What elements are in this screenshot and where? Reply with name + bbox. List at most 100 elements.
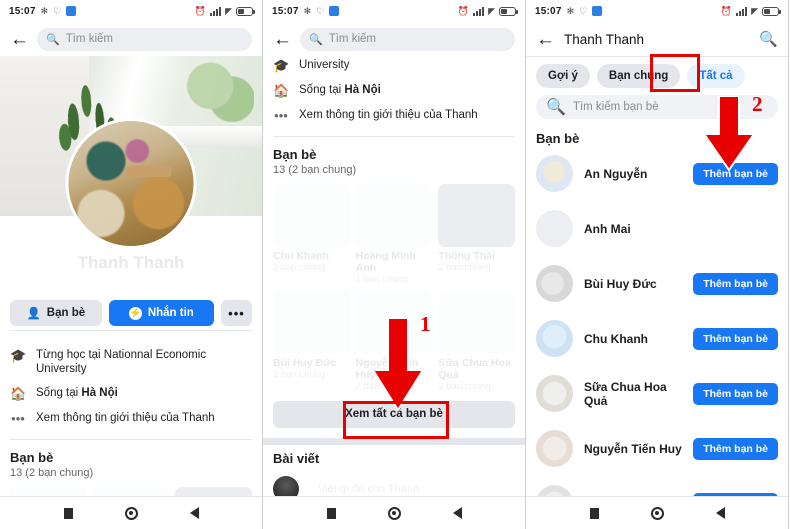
info-row-education[interactable]: 🎓 University — [273, 58, 515, 78]
friend-name: Bùi Huy Đức — [584, 276, 657, 291]
recent-apps-icon[interactable] — [589, 507, 599, 519]
info-row-location[interactable]: 🏠 Sống tại Hà Nội — [10, 381, 252, 406]
back-nav-icon[interactable] — [715, 507, 725, 519]
avatar[interactable] — [65, 118, 197, 249]
add-friend-button[interactable]: Thêm bạn bè — [693, 327, 778, 350]
home-nav-icon[interactable] — [124, 506, 138, 520]
search-input[interactable]: 🔍 Tìm kiếm — [37, 27, 252, 51]
friend-name: Bùi Huy Đức — [273, 356, 337, 369]
messenger-icon: ⚡ — [128, 306, 142, 320]
friend-mutual: 2 bạn chung — [273, 368, 326, 380]
friend-icon: 👤 — [26, 308, 41, 320]
search-placeholder: Tìm kiếm — [328, 33, 376, 45]
recent-apps-icon[interactable] — [326, 507, 336, 519]
message-button[interactable]: ⚡ Nhắn tin — [108, 300, 214, 326]
friend-card[interactable]: Bùi Huy Đức 2 bạn chung — [273, 290, 350, 392]
back-arrow-icon[interactable]: ← — [10, 30, 29, 49]
friends-subtitle: 13 (2 bạn chung) — [273, 164, 357, 176]
friend-thumb — [438, 184, 515, 247]
back-arrow-icon[interactable]: ← — [536, 30, 555, 49]
avatar — [536, 430, 573, 467]
info-location-text: Sống tại Hà Nội — [36, 387, 118, 399]
friends-section-header: Bạn bè 13 (2 bạn chung) — [0, 444, 262, 481]
back-arrow-icon[interactable]: ← — [273, 30, 292, 49]
battery-icon — [236, 6, 255, 16]
divider-2 — [10, 439, 252, 440]
signal-icon — [736, 6, 748, 16]
friend-thumb — [273, 184, 350, 247]
add-friend-button[interactable]: Thêm bạn bè — [693, 382, 778, 405]
avatar — [536, 375, 573, 412]
phone-screen-profile: 15:07 ✻ ♡ ⏰ ◤ ← 🔍 Tìm kiếm Thanh Thanh 👤… — [0, 0, 263, 529]
wifi-icon: ◤ — [751, 5, 758, 16]
friend-list-item[interactable]: Bùi Huy Đức Thêm bạn bè — [526, 256, 788, 311]
avatar — [536, 265, 573, 302]
friend-list-item[interactable]: Chu Khanh Thêm bạn bè — [526, 311, 788, 366]
wifi-icon: ◤ — [488, 5, 495, 16]
friend-card[interactable]: Sữa Chua Hoa Quả 2 bạn chung — [438, 290, 515, 392]
alarm-icon: ⏰ — [720, 5, 733, 16]
add-friend-button[interactable]: Thêm bạn bè — [693, 437, 778, 460]
alarm-icon: ⏰ — [194, 5, 207, 16]
friend-name: Chu Khanh — [584, 331, 648, 346]
recent-apps-icon[interactable] — [63, 507, 73, 519]
info-education-text: University — [299, 59, 350, 71]
status-time: 15:07 — [535, 5, 562, 17]
friends-section-header: Bạn bè 13 (2 bạn chung) — [263, 141, 525, 178]
avatar — [536, 320, 573, 357]
panel3-top-bar: ← Thanh Thanh 🔍 — [526, 22, 788, 56]
status-bar-left: 15:07 ✻ ♡ — [272, 5, 340, 17]
friend-name: Nguyễn Tiến Huy — [584, 441, 682, 456]
chip-suggestions[interactable]: Gợi ý — [536, 64, 590, 88]
alarm-icon: ⏰ — [457, 5, 470, 16]
friend-thumb — [355, 184, 433, 247]
friend-name: Sữa Chua Hoa Quả — [584, 379, 667, 408]
bluetooth-icon: ✻ — [303, 5, 312, 16]
battery-icon — [762, 6, 781, 16]
friend-list-item[interactable]: Sữa Chua Hoa Quả Thêm bạn bè — [526, 366, 788, 421]
more-options-button[interactable]: ••• — [221, 300, 252, 326]
info-row-see-about[interactable]: ••• Xem thông tin giới thiệu của Thanh — [10, 406, 252, 431]
search-icon[interactable]: 🔍 — [759, 30, 778, 48]
info-education-text: Từng học tại Nationnal Economic Universi… — [36, 349, 207, 375]
graduation-cap-icon: 🎓 — [273, 58, 290, 73]
profile-info-list: 🎓 University 🏠 Sống tại Hà Nội ••• Xem t… — [263, 56, 525, 132]
friend-name: Anh Mai — [584, 221, 631, 236]
battery-icon — [499, 6, 518, 16]
home-nav-icon[interactable] — [387, 506, 401, 520]
friend-mutual: 2 bạn chung — [273, 261, 326, 273]
back-nav-icon[interactable] — [189, 507, 199, 519]
friend-search-placeholder: Tìm kiếm bạn bè — [572, 101, 659, 113]
annotation-number-1: 1 — [420, 312, 431, 336]
status-bar: 15:07 ✻ ♡ ⏰ ◤ — [526, 0, 788, 22]
status-bar: 15:07 ✻ ♡ ⏰ ◤ — [0, 0, 262, 22]
bluetooth-icon: ✻ — [40, 5, 49, 16]
friend-button-label: Bạn bè — [46, 307, 86, 319]
friend-name: Thông Thái — [438, 249, 495, 262]
friend-card[interactable]: Hoàng Minh Anh 1 bạn chung — [355, 184, 433, 285]
back-nav-icon[interactable] — [452, 507, 462, 519]
friend-card[interactable]: Chu Khanh 2 bạn chung — [273, 184, 350, 285]
friend-name: Sữa Chua Hoa Quả — [438, 356, 511, 381]
friend-list-item[interactable]: Nguyễn Tiến Huy Thêm bạn bè — [526, 421, 788, 476]
avatar — [536, 210, 573, 247]
search-input[interactable]: 🔍 Tìm kiếm — [300, 27, 515, 51]
info-row-education[interactable]: 🎓 Từng học tại Nationnal Economic Univer… — [10, 343, 252, 381]
friend-card[interactable]: Thông Thái 2 bạn chung — [438, 184, 515, 285]
friend-button[interactable]: 👤 Bạn bè — [10, 300, 102, 326]
home-nav-icon[interactable] — [650, 506, 664, 520]
add-friend-button[interactable]: Thêm bạn bè — [693, 272, 778, 295]
friend-mutual: 2 bạn chung — [438, 261, 491, 273]
info-row-see-about[interactable]: ••• Xem thông tin giới thiệu của Thanh — [273, 103, 515, 128]
screenshot-root: 15:07 ✻ ♡ ⏰ ◤ ← 🔍 Tìm kiếm Thanh Thanh 👤… — [0, 0, 790, 529]
friend-list-item[interactable]: Anh Mai — [526, 201, 788, 256]
avatar — [536, 155, 573, 192]
avatar-teapot-lid — [126, 166, 171, 178]
ellipsis-icon: ••• — [274, 108, 288, 123]
home-icon: 🏠 — [273, 83, 290, 98]
bluetooth-icon: ✻ — [566, 5, 575, 16]
system-nav-bar — [263, 496, 525, 529]
info-row-location[interactable]: 🏠 Sống tại Hà Nội — [273, 78, 515, 103]
ellipsis-icon: ••• — [11, 411, 25, 426]
panel1-top-bar: ← 🔍 Tìm kiếm — [0, 22, 262, 56]
